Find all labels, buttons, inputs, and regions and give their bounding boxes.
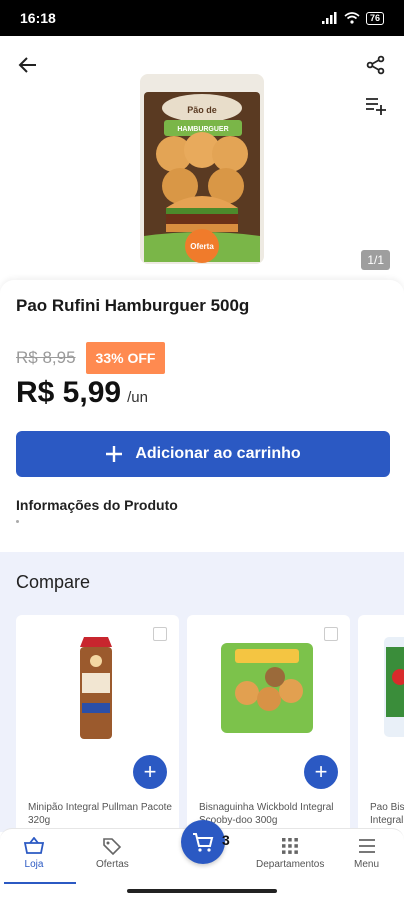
- share-icon[interactable]: [360, 49, 392, 81]
- compare-list[interactable]: + Minipão Integral Pullman Pacote 320g +…: [16, 615, 404, 845]
- compare-product-image: [384, 637, 404, 737]
- add-to-cart-button[interactable]: Adicionar ao carrinho: [16, 431, 390, 477]
- status-time: 16:18: [20, 10, 56, 26]
- product-info-title[interactable]: Informações do Produto: [16, 497, 178, 513]
- discount-badge: 33% OFF: [85, 342, 166, 374]
- product-title: Pao Rufini Hamburguer 500g: [16, 296, 250, 315]
- product-details: Pao Rufini Hamburguer 500g R$ 8,95 33% O…: [0, 280, 404, 552]
- nav-label: Menu: [354, 859, 380, 870]
- nav-label: Departamentos: [256, 859, 325, 870]
- basket-icon: [24, 837, 44, 854]
- tag-icon: [103, 838, 122, 855]
- bag-brand-text: Pão de: [187, 105, 217, 115]
- cart-button[interactable]: [181, 820, 225, 864]
- compare-product-name[interactable]: Pao Bisn Integral: [370, 801, 404, 827]
- nav-departamentos[interactable]: Departamentos: [256, 837, 324, 870]
- compare-product-name[interactable]: Bisnaguinha Wickbold Integral Scooby-doo…: [199, 801, 344, 827]
- nav-label: Ofertas: [96, 859, 129, 870]
- compare-title: Compare: [16, 572, 91, 592]
- battery-icon: 76: [365, 11, 384, 25]
- home-indicator[interactable]: [127, 889, 277, 893]
- offer-badge-text: Oferta: [190, 242, 214, 251]
- compare-add-button[interactable]: +: [133, 755, 167, 789]
- gesture-bar: [0, 884, 404, 900]
- compare-product-name[interactable]: Minipão Integral Pullman Pacote 320g: [28, 801, 173, 827]
- nav-ofertas[interactable]: Ofertas: [96, 837, 129, 870]
- old-price: R$ 8,95: [16, 348, 76, 367]
- compare-add-button[interactable]: +: [304, 755, 338, 789]
- compare-section: Compare + Minipão Integral Pullman Pacot…: [0, 552, 404, 845]
- compare-checkbox[interactable]: [153, 627, 167, 641]
- info-bullet: [16, 520, 19, 523]
- nav-loja[interactable]: Loja: [24, 837, 44, 870]
- product-image: Pão de HAMBURGUER Oferta: [140, 74, 264, 264]
- price-row: R$ 8,95 33% OFF: [16, 342, 388, 374]
- compare-checkbox[interactable]: [324, 627, 338, 641]
- compare-product-image: [80, 637, 112, 739]
- menu-icon: [358, 839, 375, 853]
- add-to-cart-label: Adicionar ao carrinho: [135, 445, 301, 462]
- plus-icon: [106, 446, 123, 462]
- cart-count: 3: [222, 832, 230, 848]
- signal-icon: [321, 12, 337, 24]
- nav-menu[interactable]: Menu: [354, 837, 379, 870]
- grid-icon: [282, 838, 299, 854]
- price-unit: /un: [127, 389, 148, 406]
- product-gallery[interactable]: Pão de HAMBURGUER Oferta 1/1: [0, 36, 404, 282]
- bag-product-text: HAMBURGUER: [177, 126, 228, 133]
- wifi-icon: [344, 12, 360, 24]
- compare-product-image: [221, 643, 313, 733]
- compare-card[interactable]: Pao Bisn Integral: [358, 615, 404, 845]
- playlist-add-icon[interactable]: [360, 90, 392, 122]
- nav-label: Loja: [24, 859, 44, 870]
- status-bar: 16:18 76: [0, 0, 404, 36]
- current-price-row: R$ 5,99 /un: [16, 376, 388, 410]
- page-indicator: 1/1: [361, 250, 390, 270]
- status-icons: 76: [321, 11, 384, 25]
- cart-icon: [193, 833, 214, 852]
- arrow-left-icon[interactable]: [12, 49, 44, 81]
- compare-card[interactable]: + Minipão Integral Pullman Pacote 320g: [16, 615, 179, 845]
- compare-card[interactable]: + Bisnaguinha Wickbold Integral Scooby-d…: [187, 615, 350, 845]
- current-price: R$ 5,99: [16, 376, 122, 409]
